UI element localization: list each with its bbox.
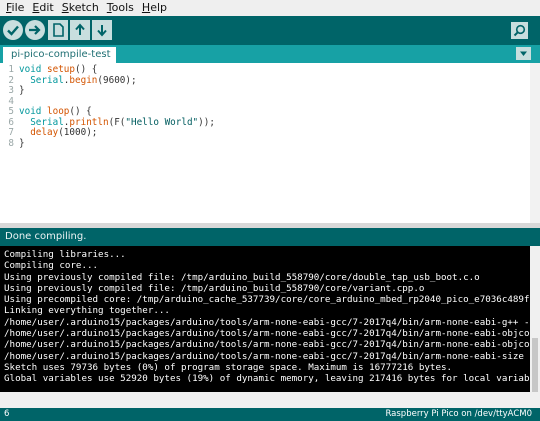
code-token: loop xyxy=(47,106,70,117)
board-port-label: Raspberry Pi Pico on /dev/ttyACM0 xyxy=(385,409,532,419)
code-token: (F( xyxy=(108,116,126,128)
new-icon xyxy=(53,23,64,37)
code-token: setup xyxy=(47,64,75,75)
magnifier-icon xyxy=(513,24,526,37)
console-line: /home/user/.arduino15/packages/arduino/t… xyxy=(4,350,530,362)
tab-sketch[interactable]: pi-pico-compile-test § xyxy=(3,47,116,76)
line-number-label: 8 xyxy=(8,137,14,149)
console-panel: Compiling libraries... Compiling core... U… xyxy=(0,246,540,408)
line-number-label: 1 xyxy=(8,64,14,75)
menu-bar: File Edit Sketch Tools Help xyxy=(0,0,540,16)
code-line: 2 Serial.begin(9600); xyxy=(0,74,215,87)
menu-edit[interactable]: Edit xyxy=(28,0,57,16)
console-line: Compiling core... xyxy=(4,260,99,272)
code-token: void xyxy=(19,106,47,117)
code-token: "Hello World" xyxy=(125,116,199,128)
code-token: )); xyxy=(198,116,215,128)
code-token: Serial xyxy=(30,74,64,86)
menu-sketch[interactable]: Sketch xyxy=(58,0,103,16)
line-number-label: 3 xyxy=(8,85,14,96)
console-line: Linking everything together... xyxy=(4,305,170,317)
console-line: Using previously compiled file: /tmp/ard… xyxy=(4,282,425,294)
code-line: 3} xyxy=(0,85,215,97)
console-line: Sketch uses 79736 bytes (0%) of program … xyxy=(4,361,453,373)
menu-tools[interactable]: Tools xyxy=(103,0,138,16)
code-token: () { xyxy=(75,64,98,75)
editor-scrollbar[interactable] xyxy=(530,63,540,223)
code-token: println xyxy=(69,116,109,128)
code-token: begin xyxy=(69,74,98,86)
verify-button[interactable] xyxy=(3,20,23,40)
menu-help[interactable]: Help xyxy=(138,0,171,16)
serial-monitor-button[interactable] xyxy=(511,22,528,39)
save-button[interactable] xyxy=(92,20,112,40)
status-bar: Done compiling. xyxy=(0,228,540,246)
line-number: 6 xyxy=(4,409,10,419)
console-line: Global variables use 52920 bytes (19%) o… xyxy=(4,373,530,385)
code-token: } xyxy=(19,85,25,96)
new-button[interactable] xyxy=(48,20,68,40)
code-editor[interactable]: 1 void setup() {2 Serial.begin(9600); 3} 4 5… xyxy=(0,63,540,223)
code-token: } xyxy=(19,137,25,149)
console-line: /home/user/.arduino15/packages/arduino/t… xyxy=(4,339,530,351)
menu-file[interactable]: File xyxy=(2,0,28,16)
open-button[interactable] xyxy=(70,20,90,40)
tab-strip: pi-pico-compile-test § xyxy=(0,45,540,76)
console-horizontal-scrollbar[interactable] xyxy=(0,392,540,408)
upload-button[interactable] xyxy=(25,20,45,40)
code-line: 7 delay(1000); xyxy=(0,127,215,139)
code-token: () { xyxy=(69,106,92,117)
code-token: void xyxy=(19,64,47,75)
console-line: Compiling libraries... xyxy=(4,249,126,260)
code-token: (1000); xyxy=(58,127,98,138)
line-number-label: 7 xyxy=(8,127,14,138)
code-token: delay xyxy=(30,127,59,138)
console-scroll-thumb[interactable] xyxy=(532,338,538,396)
console-line: /home/user/.arduino15/packages/arduino/t… xyxy=(4,316,530,328)
code-line: 8} xyxy=(0,137,215,150)
verify-icon xyxy=(7,25,19,36)
save-icon xyxy=(97,25,107,37)
tab-menu-button[interactable] xyxy=(516,47,531,60)
console-line: Using previously compiled file: /tmp/ard… xyxy=(4,271,480,283)
console-output[interactable]: Compiling libraries... Compiling core... U… xyxy=(0,246,530,408)
toolbar xyxy=(0,16,540,45)
triangle-down-icon xyxy=(520,51,527,56)
open-icon xyxy=(75,23,85,35)
status-text: Done compiling. xyxy=(5,231,87,242)
code-token: Serial xyxy=(30,116,64,128)
console-line: Using precompiled core: /tmp/arduino_cac… xyxy=(4,294,530,306)
code-area[interactable]: 1 void setup() {2 Serial.begin(9600); 3} 4 5… xyxy=(0,64,215,150)
upload-icon xyxy=(29,25,41,35)
console-vertical-scrollbar[interactable] xyxy=(530,246,540,408)
console-line: /home/user/.arduino15/packages/arduino/t… xyxy=(4,328,530,340)
line-number-label: 5 xyxy=(8,106,14,117)
code-token: (9600); xyxy=(97,74,137,86)
footer-bar: 6 Raspberry Pi Pico on /dev/ttyACM0 xyxy=(0,408,540,421)
